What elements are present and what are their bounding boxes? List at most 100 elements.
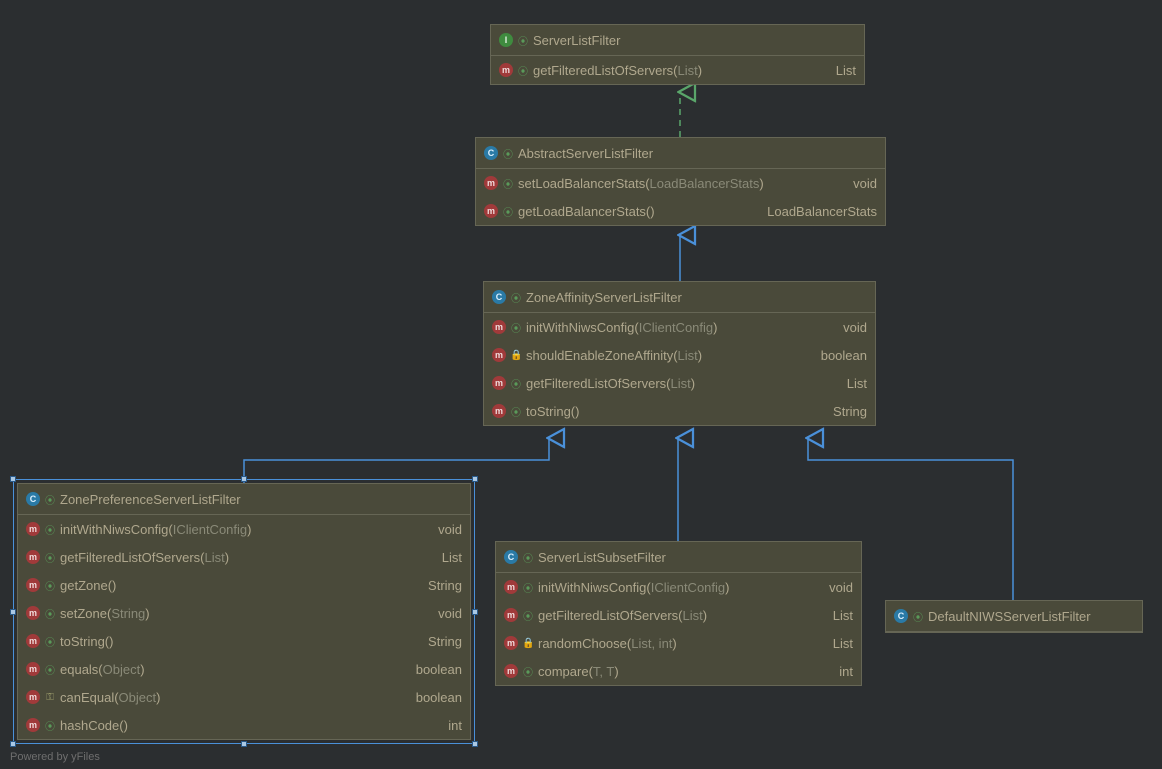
public-modifier-icon: ⦿: [44, 718, 56, 733]
public-modifier-icon: ⦿: [44, 606, 56, 621]
method-signature: getFilteredListOfServers(List): [526, 376, 695, 391]
method-icon: m: [26, 718, 40, 732]
method-row[interactable]: m⦿toString()String: [484, 397, 875, 425]
class-icon: C: [26, 492, 40, 506]
method-signature: randomChoose(List, int): [538, 636, 677, 651]
selection-handle[interactable]: [10, 476, 16, 482]
node-title: ZoneAffinityServerListFilter: [526, 290, 682, 305]
node-header[interactable]: C⦿AbstractServerListFilter: [476, 138, 885, 169]
node-header[interactable]: C⦿ServerListSubsetFilter: [496, 542, 861, 573]
public-modifier-icon: ⦿: [44, 662, 56, 677]
watermark: Powered by yFiles: [10, 751, 100, 763]
return-type: String: [428, 578, 462, 593]
node-title: ServerListSubsetFilter: [538, 550, 666, 565]
method-signature: toString(): [526, 404, 579, 419]
method-row[interactable]: m⦿initWithNiwsConfig(IClientConfig)void: [18, 515, 470, 543]
method-signature: setZone(String): [60, 606, 150, 621]
return-type: String: [428, 634, 462, 649]
method-signature: getFilteredListOfServers(List): [538, 608, 707, 623]
public-modifier-icon: ⦿: [502, 176, 514, 191]
lock-icon: 🔒: [510, 350, 522, 361]
node-header[interactable]: C⦿DefaultNIWSServerListFilter: [886, 601, 1142, 632]
method-row[interactable]: m⚿canEqual(Object)boolean: [18, 683, 470, 711]
public-modifier-icon: ⦿: [502, 204, 514, 219]
method-signature: hashCode(): [60, 718, 128, 733]
uml-node-ZonePreferenceServerListFilter[interactable]: C⦿ZonePreferenceServerListFilterm⦿initWi…: [17, 483, 471, 740]
node-header[interactable]: I⦿ServerListFilter: [491, 25, 864, 56]
node-header[interactable]: C⦿ZoneAffinityServerListFilter: [484, 282, 875, 313]
return-type: void: [438, 522, 462, 537]
selection-handle[interactable]: [472, 609, 478, 615]
method-signature: getLoadBalancerStats(): [518, 204, 655, 219]
return-type: boolean: [416, 690, 462, 705]
method-icon: m: [26, 634, 40, 648]
method-signature: setLoadBalancerStats(LoadBalancerStats): [518, 176, 764, 191]
return-type: int: [839, 664, 853, 679]
public-modifier-icon: ⦿: [44, 634, 56, 649]
method-icon: m: [504, 580, 518, 594]
selection-handle[interactable]: [10, 741, 16, 747]
public-modifier-icon: ⦿: [510, 404, 522, 419]
method-row[interactable]: m⦿equals(Object)boolean: [18, 655, 470, 683]
method-signature: compare(T, T): [538, 664, 619, 679]
method-row[interactable]: m ⦿ toString() String: [18, 627, 470, 655]
return-type: void: [843, 320, 867, 335]
method-signature: initWithNiwsConfig(IClientConfig): [538, 580, 729, 595]
public-modifier-icon: ⦿: [522, 664, 534, 679]
uml-node-ServerListSubsetFilter[interactable]: C⦿ServerListSubsetFilter m ⦿ initWithNiwsCo…: [495, 541, 862, 686]
method-row[interactable]: m⦿getFilteredListOfServers(List)List: [484, 369, 875, 397]
public-modifier-icon: ⦿: [522, 580, 534, 595]
method-row[interactable]: m⦿getFilteredListOfServers(List)List: [491, 56, 864, 84]
method-signature: getFilteredListOfServers(List): [60, 550, 229, 565]
public-modifier-icon: ⦿: [44, 522, 56, 537]
return-type: List: [833, 636, 853, 651]
method-icon: m: [484, 176, 498, 190]
class-icon: C: [492, 290, 506, 304]
method-row[interactable]: m ⦿ compare(T, T) int: [496, 657, 861, 685]
node-title: ZonePreferenceServerListFilter: [60, 492, 241, 507]
uml-node-ZoneAffinityServerListFilter[interactable]: C⦿ZoneAffinityServerListFilterm⦿initWith…: [483, 281, 876, 426]
selection-handle[interactable]: [241, 741, 247, 747]
method-row[interactable]: m 🔒 randomChoose(List, int) List: [496, 629, 861, 657]
uml-node-DefaultNIWSServerListFilter[interactable]: C⦿DefaultNIWSServerListFilter: [885, 600, 1143, 633]
method-row[interactable]: m⦿getFilteredListOfServers(List)List: [496, 601, 861, 629]
method-row[interactable]: m⦿setZone(String)void: [18, 599, 470, 627]
uml-node-ServerListFilter[interactable]: I⦿ServerListFilterm⦿getFilteredListOfSer…: [490, 24, 865, 85]
method-icon: m: [492, 348, 506, 362]
inheritance-edge: [244, 438, 549, 483]
return-type: void: [853, 176, 877, 191]
method-icon: m: [504, 636, 518, 650]
selection-handle[interactable]: [472, 476, 478, 482]
method-row[interactable]: m⦿initWithNiwsConfig(IClientConfig)void: [496, 573, 861, 601]
method-icon: m: [26, 662, 40, 676]
lock-icon: 🔒: [522, 638, 534, 649]
node-title: AbstractServerListFilter: [518, 146, 653, 161]
public-modifier-icon: ⦿: [44, 578, 56, 593]
method-icon: m: [492, 376, 506, 390]
method-row[interactable]: m⦿getFilteredListOfServers(List)List: [18, 543, 470, 571]
method-icon: m: [504, 664, 518, 678]
return-type: List: [833, 608, 853, 623]
return-type: boolean: [416, 662, 462, 677]
node-header[interactable]: C⦿ZonePreferenceServerListFilter: [18, 484, 470, 515]
selection-handle[interactable]: [10, 609, 16, 615]
class-icon: C: [484, 146, 498, 160]
method-row[interactable]: m⦿hashCode()int: [18, 711, 470, 739]
method-row[interactable]: m⦿getZone()String: [18, 571, 470, 599]
method-signature: toString(): [60, 634, 113, 649]
method-icon: m: [26, 550, 40, 564]
method-row[interactable]: m ⦿ setLoadBalancerStats(LoadBalancerStats…: [476, 169, 885, 197]
return-type: List: [836, 63, 856, 78]
selection-handle[interactable]: [472, 741, 478, 747]
public-modifier-icon: ⦿: [44, 550, 56, 565]
method-icon: m: [484, 204, 498, 218]
selection-handle[interactable]: [241, 476, 247, 482]
method-signature: shouldEnableZoneAffinity(List): [526, 348, 702, 363]
node-title: DefaultNIWSServerListFilter: [928, 609, 1091, 624]
return-type: List: [847, 376, 867, 391]
method-row[interactable]: m⦿initWithNiwsConfig(IClientConfig)void: [484, 313, 875, 341]
method-icon: m: [26, 522, 40, 536]
method-row[interactable]: m⦿getLoadBalancerStats()LoadBalancerStat…: [476, 197, 885, 225]
uml-node-AbstractServerListFilter[interactable]: C⦿AbstractServerListFilterm⦿setLoadBalan…: [475, 137, 886, 226]
method-row[interactable]: m🔒shouldEnableZoneAffinity(List)boolean: [484, 341, 875, 369]
